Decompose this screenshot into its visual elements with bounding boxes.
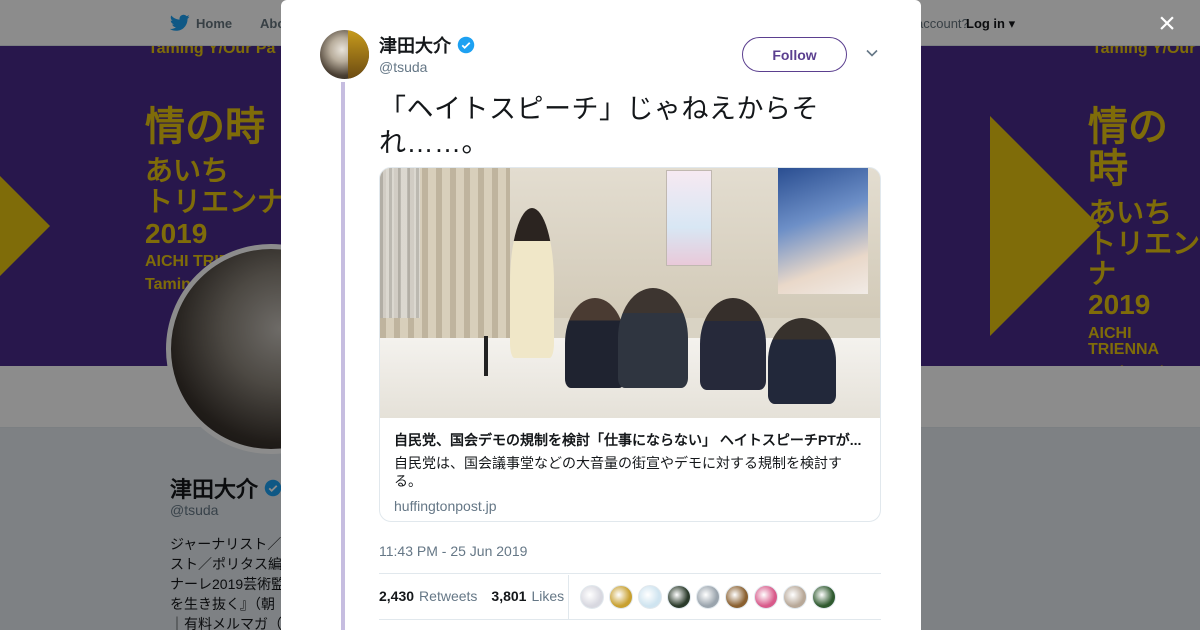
follow-button[interactable]: Follow: [742, 37, 847, 72]
close-icon[interactable]: ×: [1152, 9, 1182, 40]
verified-badge-icon: [457, 36, 475, 54]
likes-stat[interactable]: 3,801 Likes: [491, 588, 564, 604]
likes-count: 3,801: [491, 588, 527, 604]
liker-avatar[interactable]: [812, 585, 836, 609]
author-avatar[interactable]: [320, 30, 369, 79]
retweets-stat[interactable]: 2,430 Retweets: [379, 588, 477, 604]
likers-avatars: [580, 585, 836, 609]
liker-avatar[interactable]: [754, 585, 778, 609]
divider: [379, 573, 881, 574]
chevron-down-icon[interactable]: [865, 46, 879, 60]
liker-avatar[interactable]: [609, 585, 633, 609]
tweet-text: 「ヘイトスピーチ」じゃねえからそれ……。: [379, 94, 819, 158]
card-image: [380, 168, 880, 418]
stats-separator: [568, 575, 569, 619]
liker-avatar[interactable]: [696, 585, 720, 609]
link-card[interactable]: 自民党、国会デモの規制を検討「仕事にならない」 ヘイトスピーチPTが... 自民…: [379, 167, 881, 522]
liker-avatar[interactable]: [638, 585, 662, 609]
liker-avatar[interactable]: [783, 585, 807, 609]
retweets-label: Retweets: [419, 588, 478, 604]
likes-label: Likes: [531, 588, 565, 604]
liker-avatar[interactable]: [725, 585, 749, 609]
thread-line: [341, 82, 345, 630]
tweet-modal: 津田大介 @tsuda Follow 「ヘイトスピーチ」じゃねえからそれ……。 …: [281, 0, 921, 630]
card-body: 自民党、国会デモの規制を検討「仕事にならない」 ヘイトスピーチPTが... 自民…: [394, 430, 868, 514]
card-domain: huffingtonpost.jp: [394, 498, 497, 514]
author-handle[interactable]: @tsuda: [379, 59, 427, 75]
tweet-timestamp[interactable]: 11:43 PM - 25 Jun 2019: [379, 543, 527, 559]
retweets-count: 2,430: [379, 588, 415, 604]
author-name-text: 津田大介: [379, 36, 451, 56]
liker-avatar[interactable]: [667, 585, 691, 609]
divider: [379, 619, 881, 620]
card-title: 自民党、国会デモの規制を検討「仕事にならない」 ヘイトスピーチPTが...: [394, 432, 862, 448]
liker-avatar[interactable]: [580, 585, 604, 609]
card-description: 自民党は、国会議事堂などの大音量の街宣やデモに対する規制を検討する。: [394, 455, 842, 489]
author-name[interactable]: 津田大介: [379, 32, 475, 58]
tweet-stats: 2,430 Retweets 3,801 Likes: [379, 588, 564, 604]
